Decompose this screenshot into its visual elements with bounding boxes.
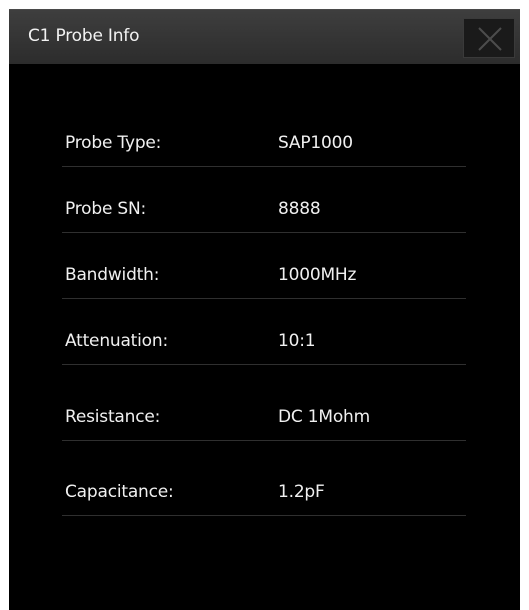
probe-sn-label: Probe SN: (65, 199, 147, 219)
bandwidth-label: Bandwidth: (65, 265, 160, 285)
probe-sn-row: Probe SN: 8888 (62, 193, 466, 233)
probe-type-row: Probe Type: SAP1000 (62, 127, 466, 167)
dialog-title: C1 Probe Info (28, 26, 140, 46)
probe-type-value: SAP1000 (278, 133, 353, 153)
probe-info-dialog: C1 Probe Info Probe Type: SAP1000 Probe … (9, 9, 520, 610)
dialog-titlebar: C1 Probe Info (9, 9, 520, 64)
close-icon (478, 27, 502, 51)
capacitance-row: Capacitance: 1.2pF (62, 476, 466, 516)
resistance-label: Resistance: (65, 407, 161, 427)
probe-type-label: Probe Type: (65, 133, 162, 153)
close-button[interactable] (463, 18, 515, 58)
attenuation-label: Attenuation: (65, 331, 168, 351)
attenuation-value: 10:1 (278, 331, 316, 351)
bandwidth-value: 1000MHz (278, 265, 357, 285)
bandwidth-row: Bandwidth: 1000MHz (62, 259, 466, 299)
attenuation-row: Attenuation: 10:1 (62, 325, 466, 365)
resistance-row: Resistance: DC 1Mohm (62, 401, 466, 441)
probe-sn-value: 8888 (278, 199, 321, 219)
capacitance-value: 1.2pF (278, 482, 325, 502)
capacitance-label: Capacitance: (65, 482, 174, 502)
resistance-value: DC 1Mohm (278, 407, 370, 427)
